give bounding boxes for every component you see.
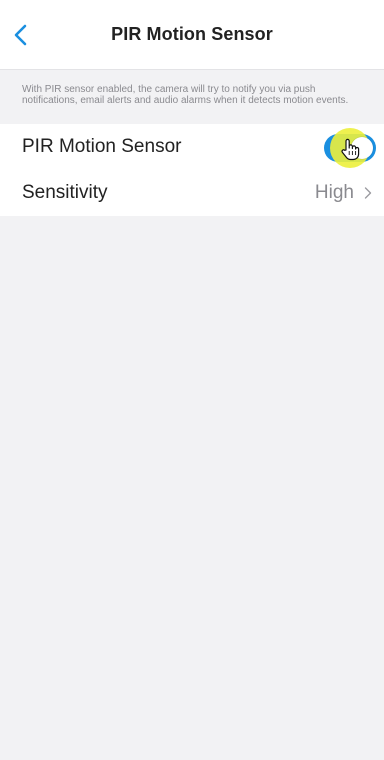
sensitivity-value: High <box>314 182 354 203</box>
page-title: PIR Motion Sensor <box>111 24 273 44</box>
navigation-bar: PIR Motion Sensor <box>0 0 384 70</box>
pir-motion-sensor-label: PIR Motion Sensor <box>22 136 182 157</box>
sensitivity-row[interactable]: Sensitivity High <box>0 170 384 216</box>
sensitivity-label: Sensitivity <box>22 182 108 203</box>
hand-cursor-icon <box>341 138 360 161</box>
pir-description: With PIR sensor enabled, the camera will… <box>22 84 349 106</box>
chevron-right-icon <box>364 187 372 199</box>
pir-motion-sensor-row: PIR Motion Sensor <box>0 124 384 170</box>
settings-list: PIR Motion Sensor Sensitivity High <box>0 124 384 216</box>
pir-motion-sensor-toggle[interactable] <box>324 128 376 168</box>
